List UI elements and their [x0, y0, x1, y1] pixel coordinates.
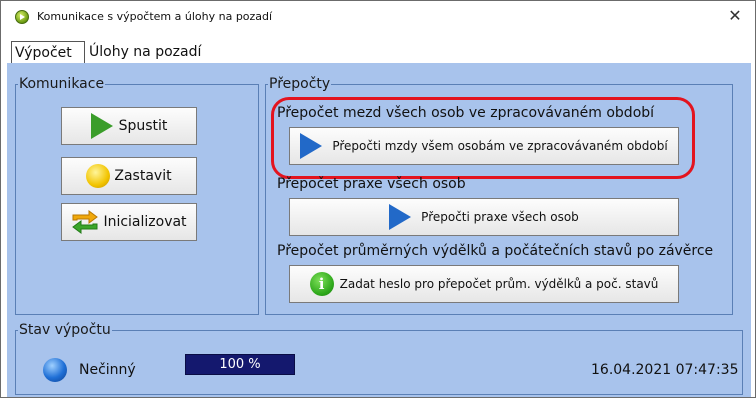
tab-vypocet[interactable]: Výpočet [11, 41, 85, 63]
window-title: Komunikace s výpočtem a úlohy na pozadí [37, 10, 273, 23]
prepocti-mzdy-label: Přepočti mzdy všem osobám ve zpracovávan… [332, 139, 668, 153]
prepocti-praxe-label: Přepočti praxe všech osob [421, 210, 579, 224]
prepocet-prumernych-label: Přepočet průměrných výdělků a počátečníc… [277, 243, 714, 259]
spustit-button[interactable]: Spustit [61, 107, 197, 145]
inicializovat-label: Inicializovat [103, 214, 187, 230]
title-bar: Komunikace s výpočtem a úlohy na pozadí … [1, 1, 755, 33]
stav-vypoctu-legend: Stav výpočtu [19, 322, 111, 338]
tab-ulohy-na-pozadi[interactable]: Úlohy na pozadí [86, 41, 216, 63]
prepocet-praxe-label: Přepočet praxe všech osob [277, 176, 466, 192]
zastavit-button[interactable]: Zastavit [61, 157, 197, 195]
play-green-icon [90, 113, 113, 139]
stop-yellow-icon [86, 164, 111, 188]
info-green-icon: i [309, 272, 334, 296]
zastavit-label: Zastavit [114, 168, 172, 184]
prepocty-legend: Přepočty [269, 76, 331, 92]
inicializovat-button[interactable]: Inicializovat [61, 203, 197, 241]
datetime-text: 16.04.2021 07:47:35 [591, 362, 739, 378]
status-text: Nečinný [79, 362, 136, 378]
tab-content: Komunikace Spustit Zastavit Inicializova… [7, 63, 751, 397]
prepocti-mzdy-button[interactable]: Přepočti mzdy všem osobám ve zpracovávan… [289, 127, 679, 165]
play-blue-icon [300, 133, 323, 159]
zadat-heslo-label: Zadat heslo pro přepočet prům. výdělků a… [339, 277, 659, 291]
spustit-label: Spustit [118, 118, 168, 134]
app-window: Komunikace s výpočtem a úlohy na pozadí … [0, 0, 756, 398]
prepocet-mezd-label: Přepočet mezd všech osob ve zpracovávané… [277, 105, 655, 121]
play-blue-icon [389, 204, 412, 230]
app-icon [15, 10, 29, 24]
stav-vypoctu-group: Stav výpočtu [15, 323, 743, 395]
prepocti-praxe-button[interactable]: Přepočti praxe všech osob [289, 198, 679, 236]
komunikace-legend: Komunikace [19, 76, 105, 92]
close-icon[interactable]: ✕ [723, 5, 747, 27]
sync-arrows-icon [71, 209, 99, 235]
zadat-heslo-button[interactable]: i Zadat heslo pro přepočet prům. výdělků… [289, 265, 679, 303]
progress-bar: 100 % [185, 354, 295, 375]
status-indicator-icon [43, 358, 67, 382]
progress-text: 100 % [219, 357, 261, 372]
